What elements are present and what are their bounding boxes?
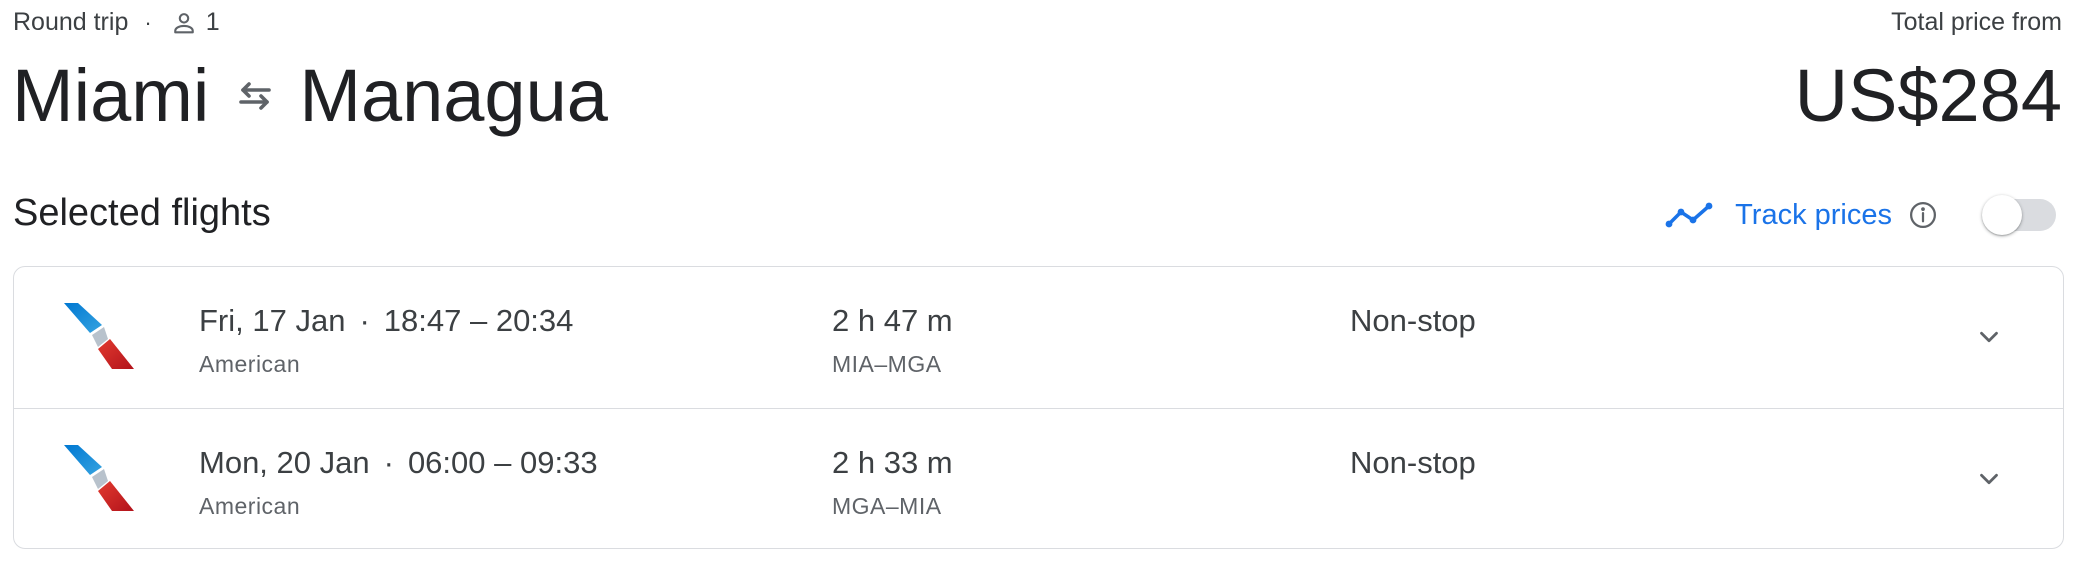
trip-type-label: Round trip: [13, 8, 129, 36]
flight-row-outbound[interactable]: Fri, 17 Jan · 18:47 – 20:34 American 2 h 4…: [14, 267, 2063, 408]
flight-duration: 2 h 47 m: [832, 303, 953, 338]
trip-meta: Round trip · 1: [13, 8, 220, 37]
flight-datetime: Fri, 17 Jan · 18:47 – 20:34: [199, 303, 573, 339]
flight-summary-page: Round trip · 1 Miami Managua Total price…: [0, 0, 2076, 562]
info-icon[interactable]: [1908, 200, 1938, 230]
american-airlines-logo: [62, 441, 138, 515]
swap-arrows-icon: [231, 72, 279, 120]
route-title: Miami Managua: [12, 52, 608, 140]
track-prices-label[interactable]: Track prices: [1735, 199, 1892, 232]
flight-times: 18:47 – 20:34: [383, 303, 574, 338]
destination-city: Managua: [299, 54, 608, 137]
expand-button[interactable]: [1967, 457, 2011, 501]
datetime-separator: ·: [359, 303, 370, 338]
track-prices-control: Track prices: [1665, 190, 2056, 240]
flight-datetime: Mon, 20 Jan · 06:00 – 09:33: [199, 445, 598, 481]
flight-stops: Non-stop: [1350, 303, 1476, 338]
flight-row-return[interactable]: Mon, 20 Jan · 06:00 – 09:33 American 2 h 3…: [14, 407, 2063, 549]
section-title: Selected flights: [13, 192, 271, 234]
flight-route: MIA–MGA: [832, 351, 942, 377]
airline-name: American: [199, 492, 301, 519]
airline-name: American: [199, 351, 301, 377]
total-price-label: Total price from: [1891, 8, 2062, 36]
track-prices-toggle[interactable]: [1982, 195, 2056, 235]
person-icon: [170, 9, 198, 37]
flight-times: 06:00 – 09:33: [407, 444, 598, 480]
origin-city: Miami: [12, 54, 210, 137]
passenger-count: 1: [205, 8, 220, 36]
meta-separator: ·: [144, 9, 152, 35]
toggle-knob: [1982, 195, 2022, 235]
total-price: US$284: [1794, 54, 2062, 137]
datetime-separator: ·: [383, 444, 394, 480]
flight-stops: Non-stop: [1350, 444, 1476, 480]
flight-date: Fri, 17 Jan: [199, 303, 346, 338]
trend-line-icon: [1665, 200, 1713, 230]
chevron-down-icon: [1980, 331, 1998, 343]
chevron-down-icon: [1980, 473, 1998, 484]
selected-flights-list: Fri, 17 Jan · 18:47 – 20:34 American 2 h 4…: [13, 266, 2064, 549]
expand-button[interactable]: [1967, 315, 2011, 359]
flight-duration: 2 h 33 m: [832, 444, 953, 480]
flight-route: MGA–MIA: [832, 492, 942, 519]
american-airlines-logo: [62, 299, 138, 373]
flight-date: Mon, 20 Jan: [199, 444, 370, 480]
